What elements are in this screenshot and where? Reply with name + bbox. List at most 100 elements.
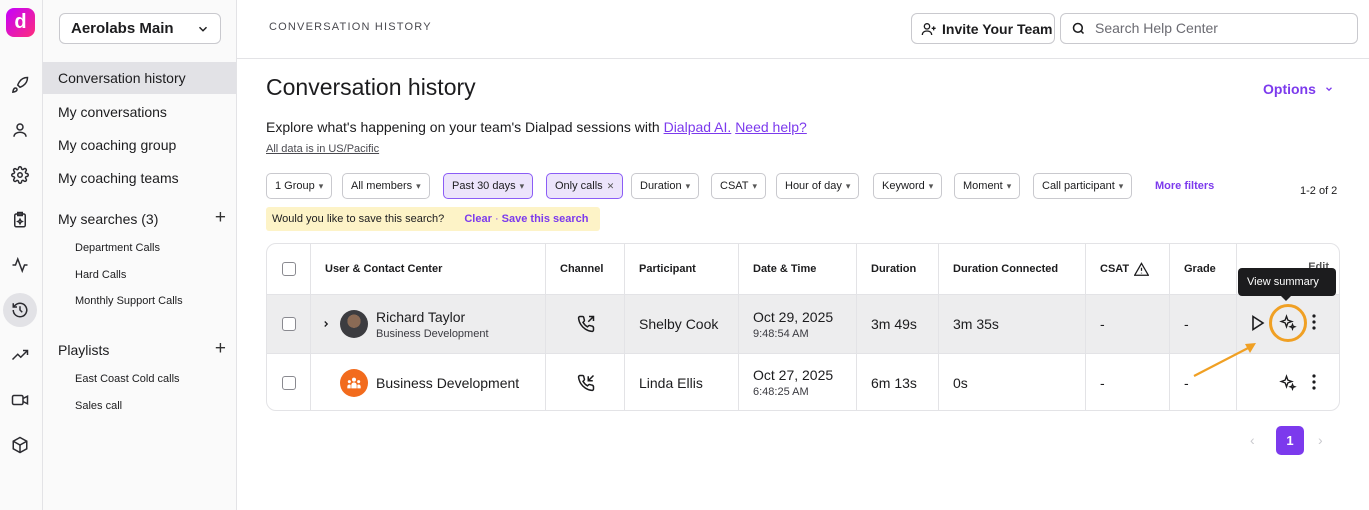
options-menu[interactable]: Options (1263, 81, 1334, 97)
date-text: Oct 27, 2025 (753, 367, 834, 383)
table-row[interactable]: Business Development Linda Ellis Oct 27,… (267, 353, 1339, 410)
pulse-icon[interactable] (8, 253, 32, 277)
save-search-button[interactable]: Save this search (502, 213, 589, 225)
play-icon[interactable] (1251, 315, 1265, 331)
sidebar: Aerolabs Main Conversation history My co… (43, 0, 237, 510)
current-page-button[interactable]: 1 (1276, 426, 1304, 455)
avatar (340, 310, 368, 338)
add-search-icon[interactable]: + (215, 208, 226, 227)
filter-moment[interactable]: Moment ▾ (954, 173, 1021, 199)
select-all-checkbox[interactable] (282, 262, 296, 276)
help-search[interactable] (1060, 13, 1358, 44)
chevron-down-icon: ▾ (1118, 181, 1124, 191)
filter-date-range[interactable]: Past 30 days ▾ (443, 173, 534, 199)
separator: · (494, 213, 499, 225)
chevron-down-icon: ▾ (752, 181, 758, 191)
my-searches-header[interactable]: My searches (3) + (58, 208, 226, 227)
rocket-icon[interactable] (8, 73, 32, 97)
ai-summary-icon[interactable] (1279, 374, 1297, 392)
table-row[interactable]: Richard Taylor Business Development Shel… (267, 294, 1339, 353)
column-header[interactable]: Grade (1170, 244, 1237, 294)
filter-csat[interactable]: CSAT ▾ (711, 173, 767, 199)
sidebar-item-conversation-history[interactable]: Conversation history (43, 62, 236, 94)
saved-search-item[interactable]: Monthly Support Calls (75, 295, 183, 307)
column-header[interactable]: Channel (546, 244, 625, 294)
column-header-label: CSAT (1100, 263, 1130, 275)
contact-center-avatar (340, 368, 368, 397)
add-playlist-icon[interactable]: + (215, 339, 226, 358)
workspace-selector[interactable]: Aerolabs Main (59, 13, 221, 44)
history-icon[interactable] (3, 293, 37, 327)
row-checkbox[interactable] (282, 375, 296, 390)
filter-channel[interactable]: Only calls ✕ (546, 173, 624, 199)
channel-cell (546, 354, 625, 410)
filter-label: Hour of day (785, 180, 842, 192)
column-header[interactable]: User & Contact Center (311, 244, 546, 294)
date-text: Oct 29, 2025 (753, 308, 834, 325)
playlist-item[interactable]: Sales call (75, 400, 122, 412)
expand-chevron-icon[interactable] (321, 319, 331, 329)
gear-icon[interactable] (8, 163, 32, 187)
chevron-down-icon (1324, 81, 1334, 97)
clear-button[interactable]: Clear (464, 213, 492, 225)
filter-label: Duration (640, 180, 682, 192)
csat-cell: - (1086, 295, 1170, 353)
row-checkbox[interactable] (282, 317, 296, 331)
duration-cell: 6m 13s (857, 354, 939, 410)
column-header[interactable]: Duration Connected (939, 244, 1086, 294)
clipboard-ai-icon[interactable] (8, 208, 32, 232)
column-header[interactable]: Participant (625, 244, 739, 294)
description: Explore what's happening on your team's … (266, 119, 807, 135)
contact-center-name[interactable]: Business Development (376, 375, 519, 391)
sidebar-item-my-conversations[interactable]: My conversations (43, 96, 236, 128)
dialpad-ai-link[interactable]: Dialpad AI. (664, 119, 732, 135)
connected-cell: 3m 35s (939, 295, 1086, 353)
dialpad-logo[interactable]: d (6, 8, 35, 37)
connected-cell: 0s (939, 354, 1086, 410)
sidebar-item-my-coaching-group[interactable]: My coaching group (43, 129, 236, 161)
row-select-cell (267, 295, 311, 353)
options-label: Options (1263, 81, 1316, 97)
more-vertical-icon[interactable] (1312, 374, 1316, 390)
playlist-item[interactable]: East Coast Cold calls (75, 373, 180, 385)
previous-page-icon[interactable]: ‹ (1250, 432, 1255, 448)
playlists-label: Playlists (58, 342, 110, 358)
filter-hour-of-day[interactable]: Hour of day ▾ (776, 173, 860, 199)
user-cell: Business Development (311, 354, 546, 410)
close-icon[interactable]: ✕ (607, 181, 615, 191)
column-header[interactable]: Duration (857, 244, 939, 294)
filter-label: 1 Group (275, 180, 315, 192)
search-input[interactable] (1095, 20, 1345, 36)
filter-label: Past 30 days (452, 180, 516, 192)
next-page-icon[interactable]: › (1318, 432, 1323, 448)
more-filters-button[interactable]: More filters (1155, 180, 1214, 192)
trending-icon[interactable] (8, 343, 32, 367)
warning-icon (1134, 262, 1150, 276)
filter-keyword[interactable]: Keyword ▾ (873, 173, 943, 199)
saved-search-item[interactable]: Department Calls (75, 242, 160, 254)
filter-members[interactable]: All members ▾ (342, 173, 430, 199)
column-header-csat[interactable]: CSAT (1086, 244, 1170, 294)
user-name[interactable]: Richard Taylor (376, 309, 489, 325)
conversations-table: User & Contact Center Channel Participan… (266, 243, 1340, 411)
invite-team-button[interactable]: Invite Your Team (911, 13, 1055, 44)
saved-search-item[interactable]: Hard Calls (75, 269, 126, 281)
column-header[interactable]: Date & Time (739, 244, 857, 294)
filter-call-participant[interactable]: Call participant ▾ (1033, 173, 1133, 199)
sidebar-item-my-coaching-teams[interactable]: My coaching teams (43, 162, 236, 194)
cube-icon[interactable] (8, 433, 32, 457)
date-cell: Oct 29, 2025 9:48:54 AM (739, 295, 857, 353)
participant-cell: Shelby Cook (625, 295, 739, 353)
video-icon[interactable] (8, 388, 32, 412)
more-vertical-icon[interactable] (1312, 314, 1316, 330)
filter-duration[interactable]: Duration ▾ (631, 173, 700, 199)
person-icon[interactable] (8, 118, 32, 142)
playlists-header[interactable]: Playlists + (58, 339, 226, 358)
time-text: 6:48:25 AM (753, 386, 809, 398)
outbound-call-icon (577, 315, 595, 333)
filter-group[interactable]: 1 Group ▾ (266, 173, 333, 199)
need-help-link[interactable]: Need help? (735, 119, 807, 135)
chevron-down-icon: ▾ (1006, 181, 1012, 191)
timezone-note[interactable]: All data is in US/Pacific (266, 143, 379, 155)
highlight-circle (1269, 304, 1307, 342)
